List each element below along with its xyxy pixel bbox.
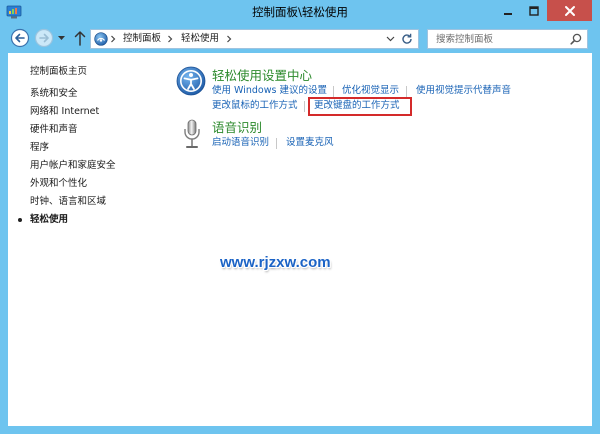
- section-title-ease-of-access-center[interactable]: 轻松使用设置中心: [212, 69, 312, 83]
- link-optimize-visual-display[interactable]: 优化视觉显示: [342, 85, 399, 97]
- sidebar-item-label: 用户帐户和家庭安全: [30, 160, 116, 171]
- search-icon[interactable]: [570, 33, 582, 45]
- sidebar-item-label: 轻松使用: [30, 214, 69, 225]
- breadcrumb-chevron-icon[interactable]: [167, 35, 173, 43]
- breadcrumb-control-panel[interactable]: 控制面板: [123, 33, 161, 45]
- link-use-recommended-settings[interactable]: 使用 Windows 建议的设置: [212, 85, 327, 97]
- link-start-speech-recognition[interactable]: 启动语音识别: [212, 137, 269, 149]
- link-separator: [304, 101, 305, 112]
- sidebar-item-user-accounts[interactable]: 用户帐户和家庭安全: [30, 160, 116, 172]
- link-separator: [333, 86, 334, 97]
- ease-of-access-icon[interactable]: [176, 66, 206, 96]
- title-bar: 控制面板\轻松使用: [0, 0, 600, 26]
- up-button[interactable]: [73, 29, 87, 47]
- maximize-icon: [529, 5, 539, 16]
- sidebar-item-hardware-sound[interactable]: 硬件和声音: [30, 124, 78, 136]
- close-button[interactable]: [547, 0, 592, 21]
- sidebar-item-appearance[interactable]: 外观和个性化: [30, 178, 87, 190]
- up-arrow-icon: [73, 29, 87, 47]
- minimize-button[interactable]: [495, 0, 521, 21]
- breadcrumb-chevron-icon[interactable]: [110, 35, 116, 43]
- sidebar-item-label: 程序: [30, 142, 50, 153]
- back-arrow-icon: [10, 28, 30, 48]
- microphone-icon[interactable]: [181, 119, 203, 151]
- sidebar-item-label: 网络和 Internet: [30, 106, 100, 117]
- selected-bullet-icon: [18, 218, 22, 222]
- sidebar-item-label: 硬件和声音: [30, 124, 78, 135]
- sidebar-item-label: 外观和个性化: [30, 178, 88, 189]
- refresh-button[interactable]: [401, 33, 413, 45]
- back-button[interactable]: [10, 28, 30, 48]
- sidebar-item-clock-language-region[interactable]: 时钟、语言和区域: [30, 196, 106, 208]
- sidebar-item-system-security[interactable]: 系统和安全: [30, 88, 78, 100]
- control-panel-icon[interactable]: [6, 4, 22, 20]
- forward-button[interactable]: [34, 28, 54, 48]
- chevron-down-icon: [386, 36, 395, 42]
- link-change-mouse[interactable]: 更改鼠标的工作方式: [212, 100, 298, 112]
- search-input[interactable]: [436, 32, 566, 46]
- recent-pages-button[interactable]: [57, 34, 67, 42]
- section-title-speech-recognition[interactable]: 语音识别: [212, 121, 262, 135]
- sidebar-item-ease-of-access[interactable]: 轻松使用: [18, 214, 69, 226]
- sidebar-item-network[interactable]: 网络和 Internet: [30, 106, 99, 118]
- forward-arrow-icon: [34, 28, 54, 48]
- link-setup-microphone[interactable]: 设置麦克风: [286, 137, 334, 149]
- search-box[interactable]: [427, 29, 588, 49]
- link-visual-cues-for-sounds[interactable]: 使用视觉提示代替声音: [416, 85, 511, 97]
- maximize-button[interactable]: [521, 0, 547, 21]
- address-dropdown-button[interactable]: [386, 36, 395, 42]
- watermark: www.rjzxw.com: [220, 254, 331, 271]
- breadcrumb-chevron-icon[interactable]: [226, 35, 232, 43]
- sidebar-item-label: 系统和安全: [30, 88, 78, 99]
- control-panel-icon: [94, 32, 108, 46]
- content-area: 控制面板主页 系统和安全 网络和 Internet 硬件和声音 程序 用户帐户和…: [8, 53, 592, 426]
- refresh-icon: [401, 33, 413, 45]
- link-separator: [276, 138, 277, 149]
- sidebar-item-label: 时钟、语言和区域: [30, 196, 107, 207]
- minimize-icon: [503, 6, 513, 16]
- breadcrumb-ease-of-access[interactable]: 轻松使用: [181, 33, 219, 45]
- chevron-down-icon: [57, 34, 67, 42]
- highlight-box: [308, 97, 412, 116]
- link-separator: [406, 86, 407, 97]
- sidebar-item-programs[interactable]: 程序: [30, 142, 49, 154]
- close-icon: [564, 5, 576, 17]
- address-bar[interactable]: 控制面板 轻松使用: [90, 29, 419, 49]
- sidebar-home-link[interactable]: 控制面板主页: [30, 66, 87, 78]
- window-title: 控制面板\轻松使用: [252, 5, 348, 19]
